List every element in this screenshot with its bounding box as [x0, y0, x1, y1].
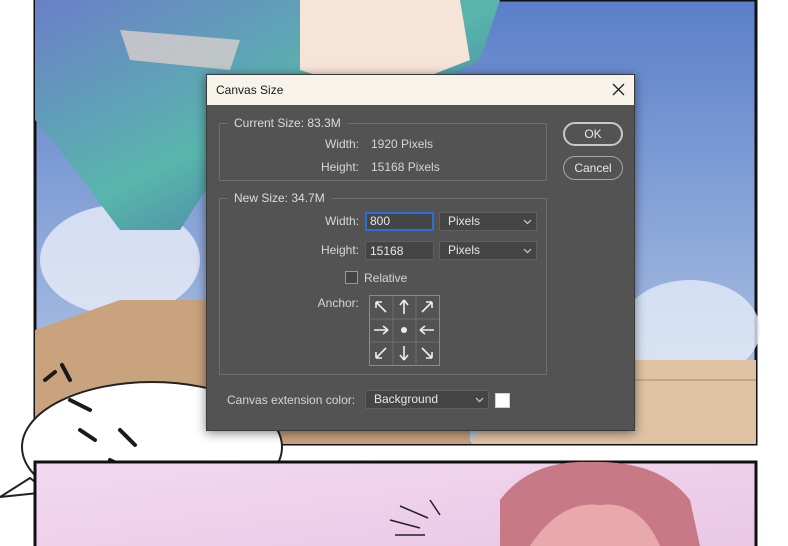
- new-size-legend: New Size: 34.7M: [228, 191, 331, 205]
- relative-checkbox[interactable]: [345, 271, 358, 284]
- height-input[interactable]: 15168: [365, 241, 434, 260]
- anchor-label: Anchor:: [317, 296, 359, 310]
- new-width-label: Width:: [324, 214, 359, 228]
- anchor-arrow-bottom-right-icon[interactable]: [416, 342, 438, 364]
- extension-color-select[interactable]: Background: [365, 390, 489, 409]
- anchor-arrow-up-icon[interactable]: [393, 296, 415, 318]
- anchor-arrow-left-icon[interactable]: [370, 319, 392, 341]
- current-size-legend: Current Size: 83.3M: [228, 116, 347, 130]
- canvas-size-dialog: Canvas Size Current Size: 83.3M Width: 1…: [206, 74, 635, 431]
- width-input[interactable]: 800: [365, 212, 434, 231]
- cancel-button[interactable]: Cancel: [563, 156, 623, 180]
- anchor-arrow-top-left-icon[interactable]: [370, 296, 392, 318]
- current-height-value: 15168 Pixels: [371, 160, 440, 174]
- anchor-arrow-down-icon[interactable]: [393, 342, 415, 364]
- height-unit-select[interactable]: Pixels: [439, 241, 537, 260]
- current-width-value: 1920 Pixels: [371, 137, 434, 151]
- dialog-titlebar[interactable]: Canvas Size: [207, 75, 634, 105]
- chevron-down-icon: [523, 248, 532, 254]
- anchor-arrow-right-icon[interactable]: [416, 319, 438, 341]
- new-height-label: Height:: [320, 243, 359, 257]
- relative-label: Relative: [364, 271, 408, 285]
- dialog-title: Canvas Size: [216, 83, 284, 97]
- anchor-center-dot-icon[interactable]: [393, 319, 415, 341]
- anchor-grid: [369, 295, 440, 366]
- current-width-label: Width:: [324, 137, 359, 151]
- anchor-arrow-bottom-left-icon[interactable]: [370, 342, 392, 364]
- width-unit-value: Pixels: [448, 214, 481, 228]
- current-height-label: Height:: [320, 160, 359, 174]
- extension-color-value: Background: [374, 392, 439, 406]
- extension-color-label: Canvas extension color:: [227, 393, 356, 407]
- width-unit-select[interactable]: Pixels: [439, 212, 537, 231]
- chevron-down-icon: [523, 219, 532, 225]
- chevron-down-icon: [475, 397, 484, 403]
- extension-color-swatch[interactable]: [495, 393, 510, 408]
- ok-button[interactable]: OK: [563, 122, 623, 146]
- anchor-arrow-top-right-icon[interactable]: [416, 296, 438, 318]
- height-unit-value: Pixels: [448, 243, 481, 257]
- close-icon[interactable]: [604, 75, 634, 105]
